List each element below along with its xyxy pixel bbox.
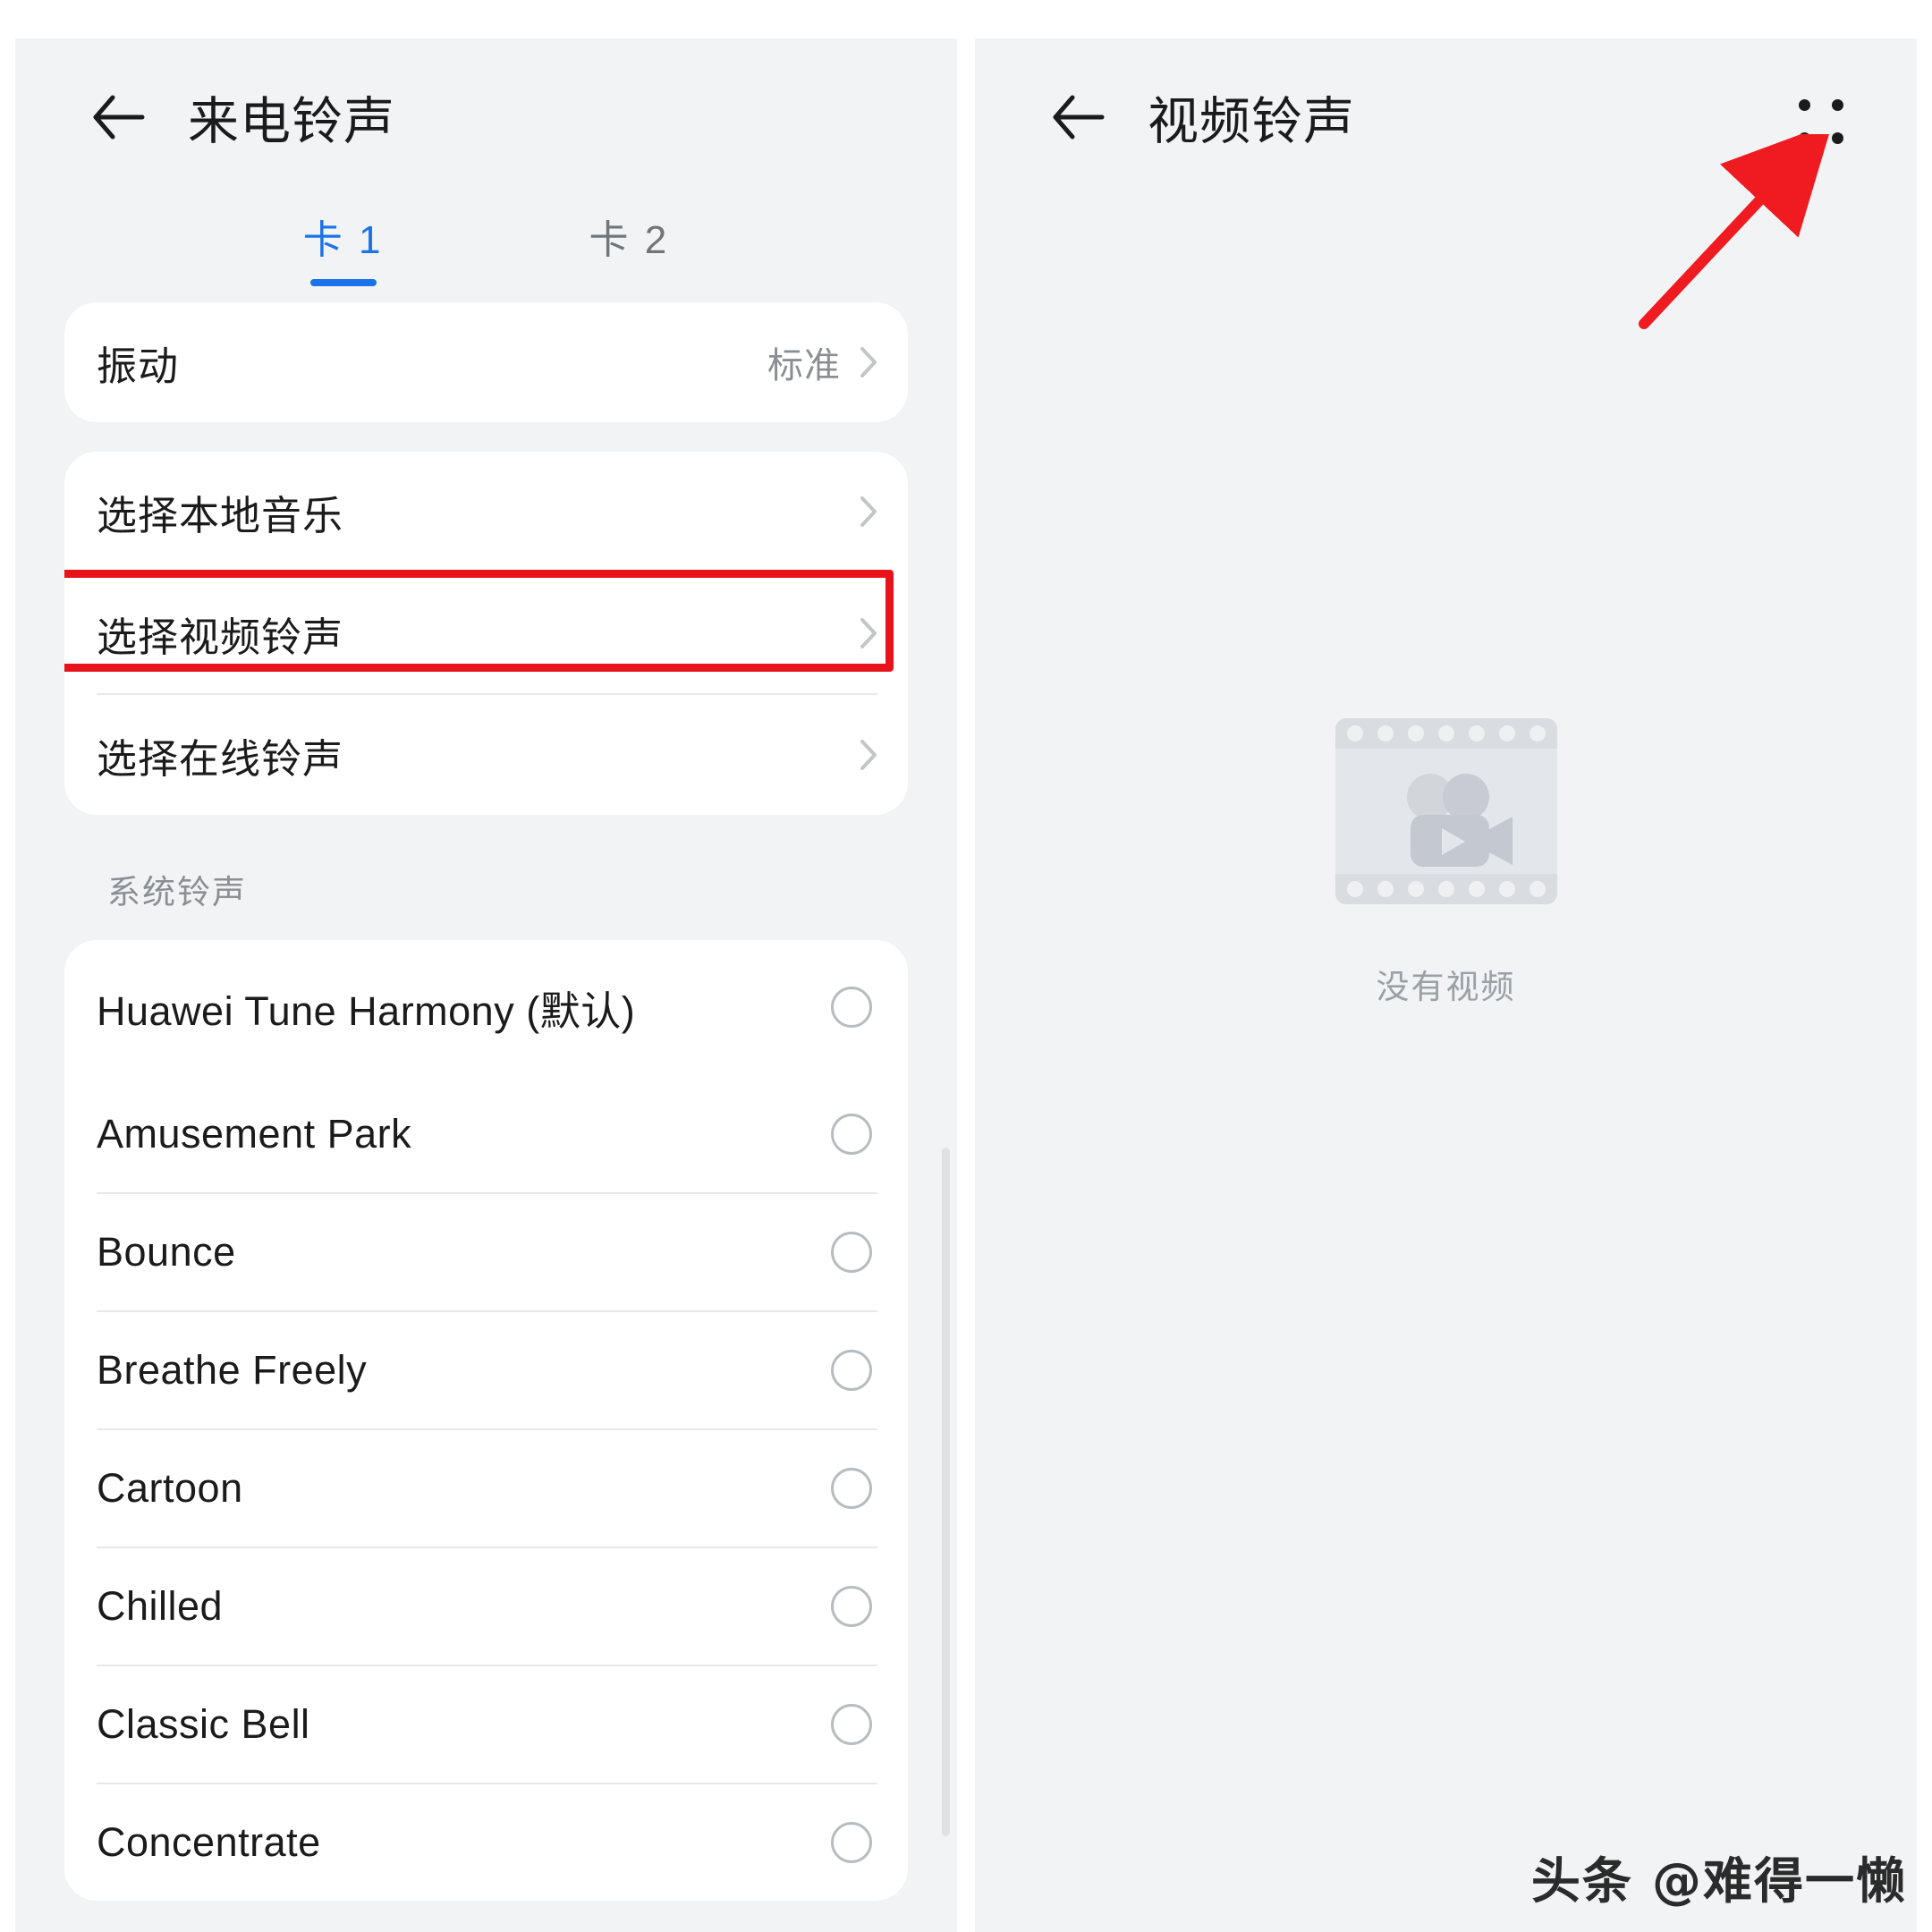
ringtone-name: Chilled: [97, 1583, 224, 1629]
back-arrow-icon[interactable]: [91, 91, 145, 143]
select-video-ringtone-label: 选择视频铃声: [97, 614, 344, 660]
select-local-music-accessory: [860, 496, 877, 527]
chevron-right-icon: [860, 347, 877, 377]
empty-state-text: 没有视频: [1376, 969, 1516, 1005]
select-online-ringtone-label: 选择在线铃声: [97, 735, 344, 782]
grid-menu-icon[interactable]: [1793, 94, 1849, 149]
ringtone-name: Concentrate: [97, 1819, 321, 1865]
vibration-value-group: 标准: [767, 336, 877, 388]
page-title: 来电铃声: [188, 92, 395, 150]
ringtone-radio[interactable]: [831, 1114, 872, 1155]
back-arrow-icon[interactable]: [1051, 91, 1105, 143]
vibration-value: 标准: [767, 346, 841, 386]
select-video-ringtone-accessory: [860, 618, 877, 648]
tab-sim-1[interactable]: 卡 1: [294, 208, 393, 286]
tab-sim-2[interactable]: 卡 2: [580, 208, 679, 286]
empty-state: 没有视频: [975, 718, 1917, 1008]
vibration-card: 振动 标准: [64, 302, 908, 422]
left-appbar: 来电铃声: [15, 38, 957, 195]
sim-card-tabs: 卡 1 卡 2: [15, 195, 957, 302]
screenshot-root: 来电铃声 卡 1 卡 2 振动 标准 选择本地音乐 选择视频铃声 选择在线铃声 …: [0, 0, 1932, 1932]
select-online-ringtone-row[interactable]: 选择在线铃声: [64, 695, 908, 815]
tab-sim-2-label: 卡 2: [589, 218, 670, 262]
page-title: 视频铃声: [1148, 92, 1355, 150]
ringtone-name: Breathe Freely: [97, 1347, 368, 1393]
system-ringtones-section-title: 系统铃声: [107, 874, 247, 911]
list-item[interactable]: Cartoon: [64, 1430, 908, 1546]
list-item[interactable]: Chilled: [64, 1548, 908, 1665]
list-item[interactable]: Classic Bell: [64, 1666, 908, 1783]
list-item[interactable]: Bounce: [64, 1194, 908, 1310]
vibration-label: 振动: [97, 343, 180, 389]
list-item[interactable]: Breathe Freely: [64, 1312, 908, 1428]
ringtone-name: Huawei Tune Harmony (默认): [97, 987, 636, 1034]
ringtone-source-card: 选择本地音乐 选择视频铃声 选择在线铃声: [64, 452, 908, 815]
video-ringtone-screen: 视频铃声 没有视频: [975, 38, 1917, 1932]
select-online-ringtone-accessory: [860, 740, 877, 770]
system-ringtones-card: Huawei Tune Harmony (默认) Amusement Park …: [64, 940, 908, 1901]
vibration-row[interactable]: 振动 标准: [64, 302, 908, 422]
right-appbar: 视频铃声: [975, 38, 1917, 195]
select-local-music-row[interactable]: 选择本地音乐: [64, 452, 908, 572]
video-film-placeholder-icon: [1335, 718, 1557, 904]
ringtone-name: Classic Bell: [97, 1701, 310, 1747]
ringtone-name: Cartoon: [97, 1465, 243, 1511]
tab-sim-1-label: 卡 1: [302, 218, 384, 262]
chevron-right-icon: [860, 740, 877, 770]
ringtone-radio[interactable]: [831, 1704, 872, 1745]
select-local-music-label: 选择本地音乐: [97, 492, 344, 538]
ringtone-radio[interactable]: [831, 1232, 872, 1273]
ringtone-radio[interactable]: [831, 1350, 872, 1391]
watermark: 头条 @难得一懒: [1530, 1852, 1907, 1910]
ringtone-name: Bounce: [97, 1229, 236, 1275]
ringtone-radio[interactable]: [831, 1468, 872, 1509]
list-item[interactable]: Amusement Park: [64, 1076, 908, 1192]
chevron-right-icon: [860, 496, 877, 527]
ringtone-name: Amusement Park: [97, 1111, 412, 1157]
vertical-scrollbar[interactable]: [942, 1148, 950, 1836]
chevron-right-icon: [860, 618, 877, 648]
select-video-ringtone-row[interactable]: 选择视频铃声: [64, 570, 908, 693]
ringtone-radio[interactable]: [831, 1586, 872, 1627]
ringtone-radio[interactable]: [831, 1822, 872, 1863]
incoming-call-ringtone-screen: 来电铃声 卡 1 卡 2 振动 标准 选择本地音乐 选择视频铃声 选择在线铃声 …: [15, 38, 957, 1932]
ringtone-radio[interactable]: [831, 987, 872, 1028]
list-item[interactable]: Concentrate: [64, 1784, 908, 1901]
list-item[interactable]: Huawei Tune Harmony (默认): [64, 940, 908, 1074]
